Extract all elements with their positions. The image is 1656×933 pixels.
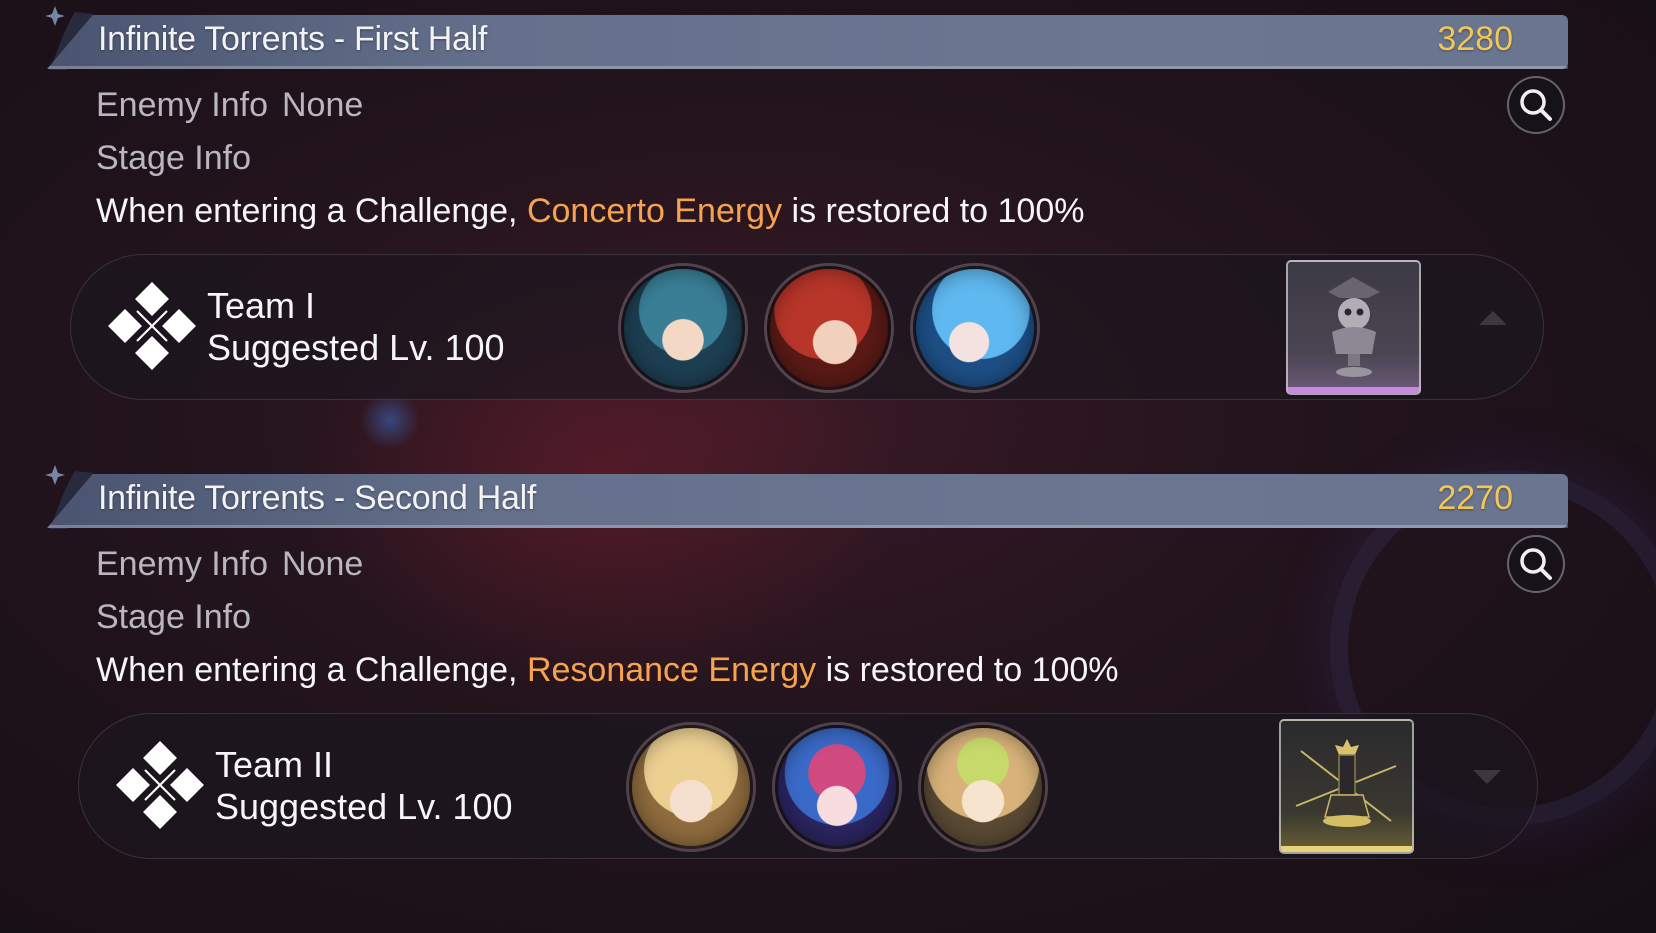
stage-desc-prefix: When entering a Challenge,	[96, 651, 527, 689]
stage-desc-prefix: When entering a Challenge,	[96, 192, 527, 230]
stage-info-label: Stage Info	[96, 139, 252, 177]
section-score: 3280	[1437, 20, 1513, 58]
team-suggested-level: Suggested Lv. 100	[215, 786, 513, 827]
blonde-crowned-character-avatar[interactable]	[629, 725, 753, 849]
echo-item-card[interactable]	[1279, 719, 1414, 854]
stage-info-description: When entering a Challenge, Resonance Ene…	[96, 651, 1119, 690]
chess-king-echo-icon	[1295, 739, 1397, 827]
search-icon	[1520, 89, 1552, 121]
stage-desc-highlight: Concerto Energy	[526, 192, 783, 230]
pink-blue-haired-character-avatar[interactable]	[775, 725, 899, 849]
enemy-info-row: Enemy Info None	[96, 545, 363, 584]
green-ribbon-character-avatar[interactable]	[921, 725, 1045, 849]
team-name: Team I	[207, 285, 316, 326]
enemy-info-search-button[interactable]	[1507, 535, 1565, 593]
section-title: Infinite Torrents - Second Half	[98, 479, 536, 517]
team-emblem-icon	[116, 741, 204, 829]
collapse-indicator-icon	[1473, 770, 1501, 784]
section-score: 2270	[1437, 479, 1513, 517]
echo-item-card[interactable]	[1286, 260, 1421, 395]
team-panel[interactable]: Team II Suggested Lv. 100	[78, 713, 1538, 859]
stage-desc-suffix: is restored to 100%	[782, 192, 1085, 230]
teal-haired-character-avatar[interactable]	[621, 266, 745, 390]
stage-info-description: When entering a Challenge, Concerto Ener…	[96, 192, 1084, 231]
enemy-info-row: Enemy Info None	[96, 86, 363, 125]
enemy-info-search-button[interactable]	[1507, 76, 1565, 134]
team-panel[interactable]: Team I Suggested Lv. 100	[70, 254, 1544, 400]
team-suggested-level: Suggested Lv. 100	[207, 327, 505, 368]
team-emblem-icon	[108, 282, 196, 370]
enemy-info-label: Enemy Info	[96, 545, 268, 583]
enemy-info-label: Enemy Info	[96, 86, 268, 124]
expand-indicator-icon	[1479, 311, 1507, 325]
section-title: Infinite Torrents - First Half	[98, 20, 488, 58]
stage-info-label: Stage Info	[96, 598, 252, 636]
enemy-info-value: None	[281, 545, 364, 583]
stage-desc-suffix: is restored to 100%	[816, 651, 1119, 689]
search-icon	[1520, 548, 1552, 580]
team-name: Team II	[215, 744, 334, 785]
skull-bust-echo-icon	[1328, 277, 1380, 377]
stage-desc-highlight: Resonance Energy	[526, 651, 817, 689]
red-haired-glasses-character-avatar[interactable]	[767, 266, 891, 390]
blue-haired-character-avatar[interactable]	[913, 266, 1037, 390]
enemy-info-value: None	[281, 86, 364, 124]
